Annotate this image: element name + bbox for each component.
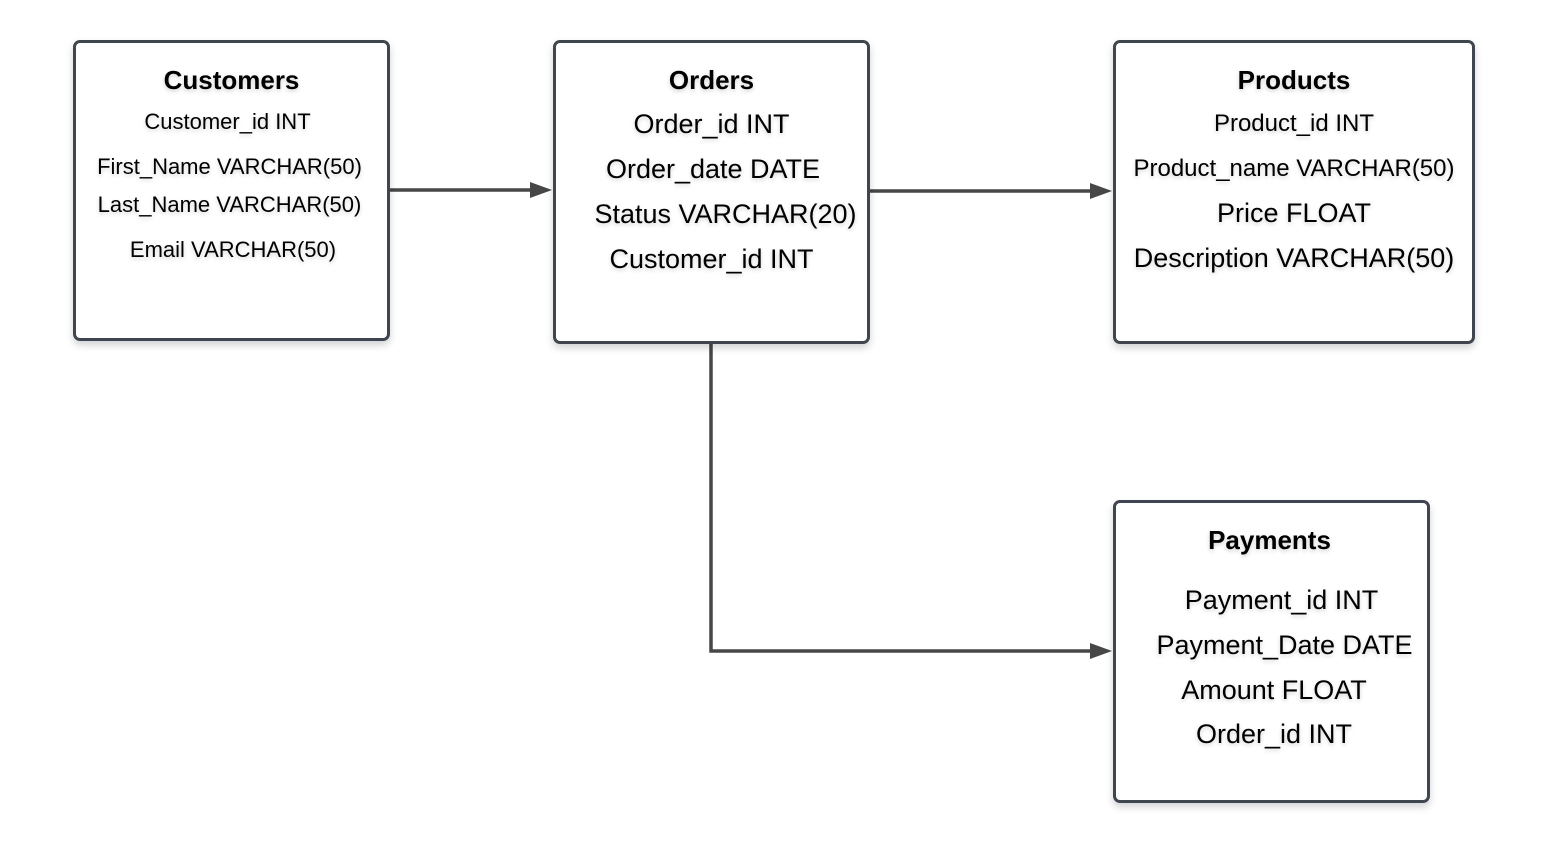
connector-orders-payments[interactable] (709, 344, 1112, 659)
entity-attribute: Status VARCHAR(20) (594, 199, 857, 229)
entity-orders[interactable]: Orders Order_id INT Order_date DATE Stat… (553, 40, 870, 344)
entity-attribute: Customer_id INT (144, 109, 311, 134)
entity-title: Products (1237, 65, 1351, 95)
entity-attribute: Description VARCHAR(50) (1133, 243, 1455, 273)
entity-title: Orders (668, 65, 755, 95)
connector-line[interactable] (709, 344, 1092, 653)
entity-attribute: Order_date DATE (605, 154, 821, 184)
entity-payments[interactable]: Payments Payment_id INT Payment_Date DAT… (1113, 500, 1430, 803)
entity-attribute: Customer_id INT (609, 244, 814, 274)
entity-attribute: First_Name VARCHAR(50) (97, 154, 362, 179)
entity-attribute: Last_Name VARCHAR(50) (97, 192, 362, 217)
entity-title: Payments (1208, 525, 1331, 555)
entity-attribute: Product_id INT (1213, 110, 1375, 137)
entity-attribute: Payment_id INT (1184, 585, 1379, 615)
entity-attribute: Payment_Date DATE (1156, 630, 1413, 660)
entity-attribute: Price FLOAT (1216, 198, 1372, 228)
entity-attribute: Amount FLOAT (1181, 675, 1367, 705)
entity-products[interactable]: Products Product_id INT Product_name VAR… (1113, 40, 1475, 344)
entity-title: Customers (163, 65, 300, 95)
arrowhead-icon (530, 182, 552, 198)
connector-customers-orders[interactable] (390, 182, 552, 198)
connector-orders-products[interactable] (870, 183, 1112, 199)
entity-customers[interactable]: Customers Customer_id INT First_Name VAR… (73, 40, 390, 341)
arrowhead-icon (1090, 183, 1112, 199)
entity-attribute: Order_id INT (1195, 719, 1353, 749)
entity-attribute: Order_id INT (633, 109, 790, 139)
arrowhead-icon (1090, 643, 1112, 659)
entity-attribute: Email VARCHAR(50) (129, 237, 337, 262)
entity-attribute: Product_name VARCHAR(50) (1133, 155, 1455, 182)
